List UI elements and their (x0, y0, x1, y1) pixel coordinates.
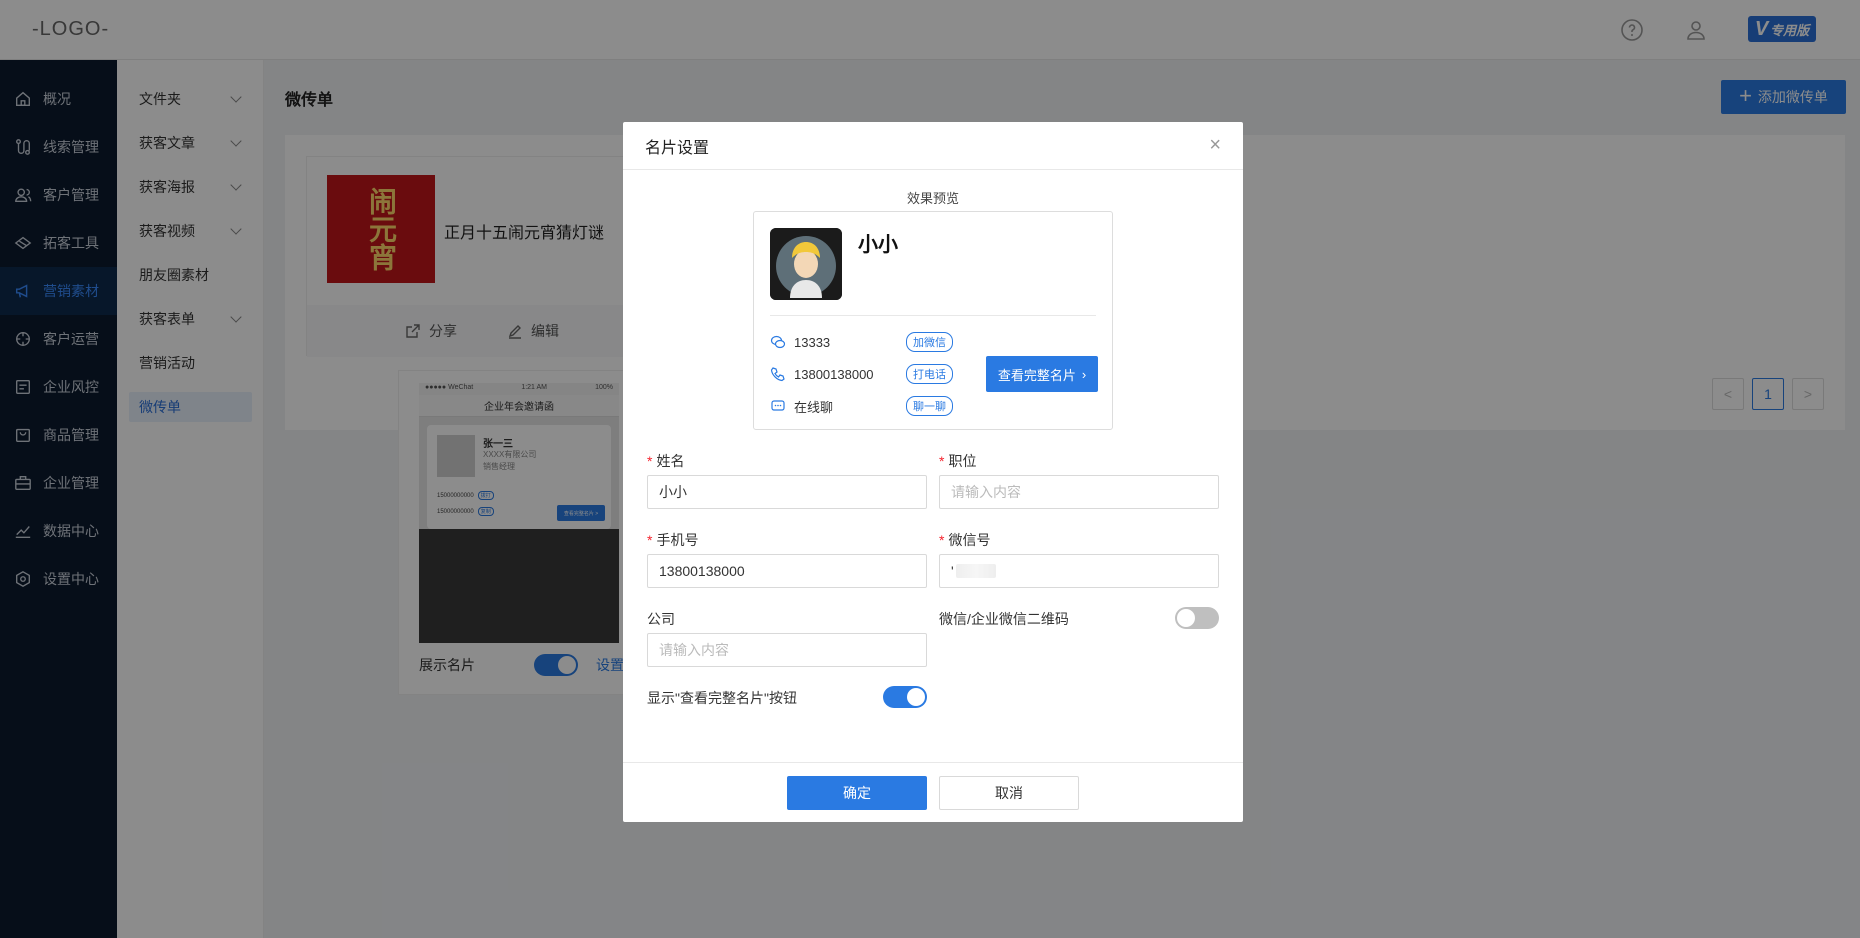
modal-footer: 确定 取消 (623, 762, 1243, 822)
name-input[interactable]: 小小 (647, 475, 927, 509)
redacted-value (955, 564, 996, 578)
confirm-button[interactable]: 确定 (787, 776, 927, 810)
add-wechat-tag: 加微信 (906, 332, 953, 352)
card-settings-modal: 名片设置 × 效果预览 小小 13333 加微信 13800138000 打电话… (623, 122, 1243, 822)
wechat-label: * 微信号 (939, 532, 991, 548)
chevron-right-icon: › (1081, 366, 1087, 382)
qr-label: 微信/企业微信二维码 (939, 611, 1069, 627)
show-full-button-toggle[interactable] (883, 686, 927, 708)
modal-title: 名片设置 (645, 139, 710, 157)
cancel-button[interactable]: 取消 (939, 776, 1079, 810)
phone-input[interactable]: 13800138000 (647, 554, 927, 588)
preview-phone: 13800138000 (794, 366, 874, 382)
chat-tag: 聊一聊 (906, 396, 953, 416)
name-label-text: 姓名 (656, 453, 685, 469)
preview-chat-row: 在线聊 聊一聊 (770, 396, 970, 416)
full-card-label: 查看完整名片 (997, 367, 1076, 383)
phone-label: * 手机号 (647, 532, 699, 548)
wechat-icon (770, 334, 786, 350)
company-input[interactable]: 请输入内容 (647, 633, 927, 667)
phone-label-text: 手机号 (656, 532, 699, 548)
preview-phone-row: 13800138000 打电话 (770, 364, 970, 384)
preview-name: 小小 (858, 234, 898, 256)
preview-divider (770, 315, 1096, 316)
phone-icon (770, 366, 786, 382)
preview-label: 效果预览 (906, 191, 959, 206)
wechat-label-text: 微信号 (948, 532, 991, 548)
position-label-text: 职位 (948, 453, 977, 469)
avatar (770, 228, 842, 300)
company-label: 公司 (647, 609, 675, 629)
close-icon[interactable]: × (1209, 134, 1221, 157)
chat-icon (770, 398, 786, 414)
show-full-button-label: 显示"查看完整名片"按钮 (647, 690, 797, 706)
preview-chat: 在线聊 (794, 399, 834, 415)
card-preview: 小小 13333 加微信 13800138000 打电话 在线聊 聊一聊 查看完… (753, 211, 1113, 430)
wechat-value: ' (951, 563, 954, 579)
preview-wechat: 13333 (794, 334, 831, 350)
position-input[interactable]: 请输入内容 (939, 475, 1219, 509)
qr-toggle[interactable] (1175, 607, 1219, 629)
modal-header: 名片设置 × (623, 122, 1243, 170)
call-tag: 打电话 (906, 364, 953, 384)
position-label: * 职位 (939, 453, 977, 469)
company-label-text: 公司 (647, 611, 675, 627)
name-label: * 姓名 (647, 453, 685, 469)
wechat-input[interactable]: ' (939, 554, 1219, 588)
preview-wechat-row: 13333 加微信 (770, 332, 970, 352)
full-card-button: 查看完整名片 › (986, 356, 1098, 392)
